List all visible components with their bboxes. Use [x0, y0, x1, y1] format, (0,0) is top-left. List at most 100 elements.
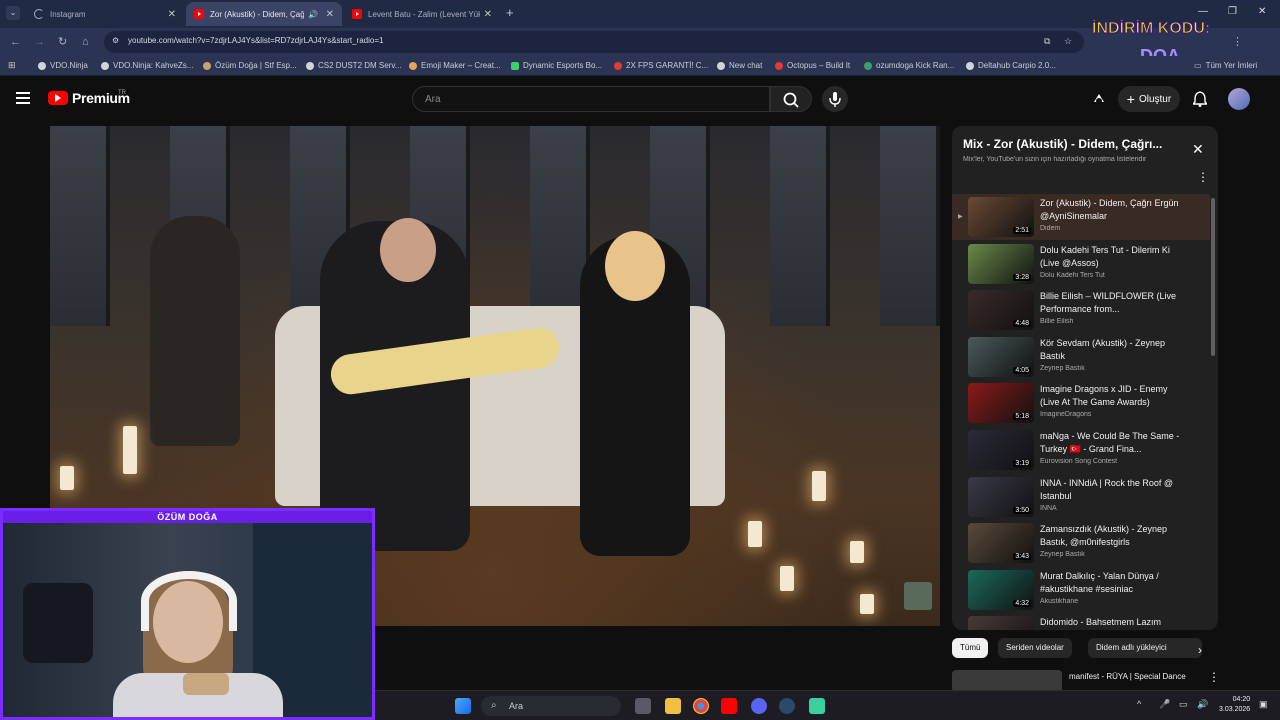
playlist-item[interactable]: 3:28 Dolu Kadehi Ters Tut - Dilerim Ki (L…: [952, 241, 1210, 287]
video-thumbnail[interactable]: 4:05: [968, 336, 1034, 377]
voice-search-button[interactable]: [822, 86, 848, 112]
close-tab-icon[interactable]: ✕: [484, 9, 492, 20]
tab-instagram[interactable]: Instagram ✕: [26, 2, 184, 26]
back-icon[interactable]: ←: [10, 36, 21, 48]
playlist-item[interactable]: 4:32 Murat Dalkılıç - Yalan Dünya / #akus…: [952, 567, 1210, 613]
maximize-button[interactable]: ❐: [1228, 6, 1237, 17]
channel-name[interactable]: Zeynep Bastık: [1040, 551, 1190, 558]
video-title[interactable]: Zor (Akustik) - Didem, Çağrı Ergün @Ayni…: [1040, 197, 1184, 223]
channel-name[interactable]: Eurovision Song Contest: [1040, 458, 1190, 465]
address-bar[interactable]: ⚙ youtube.com/watch?v=7zdjrLAJ4Ys&list=R…: [104, 31, 1084, 53]
channel-name[interactable]: Dolu Kadehi Ters Tut: [1040, 272, 1190, 279]
search-button[interactable]: [770, 86, 812, 112]
close-icon[interactable]: ✕: [1192, 142, 1204, 156]
playlist-item[interactable]: ▶ 2:51 Zor (Akustik) - Didem, Çağrı Ergün …: [952, 194, 1210, 240]
network-icon[interactable]: ▭: [1179, 699, 1188, 710]
tab-search-button[interactable]: ⌄: [6, 6, 20, 20]
home-icon[interactable]: ⌂: [82, 36, 89, 48]
video-thumbnail[interactable]: 3:43: [968, 523, 1034, 564]
video-title[interactable]: Didomido - Bahsetmem Lazım: [1040, 616, 1184, 629]
bookmark-item[interactable]: Özüm Doğa | Stf Esp...: [203, 61, 297, 70]
bookmark-item[interactable]: VDO.Ninja: KahveZs...: [101, 61, 193, 70]
bookmark-item[interactable]: Dynamic Esports Bo...: [511, 61, 602, 70]
playlist-title[interactable]: Mix - Zor (Akustik) - Didem, Çağrı...: [963, 137, 1178, 151]
bookmark-item[interactable]: Emoji Maker – Creat...: [409, 61, 501, 70]
extensions-icon[interactable]: ⋮: [1232, 36, 1243, 48]
channel-watermark[interactable]: [904, 582, 932, 610]
task-view-icon[interactable]: [635, 698, 651, 714]
mic-tray-icon[interactable]: 🎤: [1159, 699, 1170, 710]
video-title[interactable]: Billie Eilish – WILDFLOWER (Live Perform…: [1040, 290, 1184, 316]
site-info-icon[interactable]: ⚙: [112, 36, 119, 45]
minimize-button[interactable]: —: [1198, 6, 1208, 17]
video-thumbnail[interactable]: 3:50: [968, 476, 1034, 517]
more-options-icon[interactable]: ⋮: [1197, 171, 1209, 183]
tab-youtube-current[interactable]: Zor (Akustik) - Didem, Çağrı 🔊 ✕: [186, 2, 342, 26]
video-title[interactable]: Dolu Kadehi Ters Tut - Dilerim Ki (Live …: [1040, 244, 1184, 270]
search-input[interactable]: Ara: [412, 86, 770, 112]
video-thumbnail[interactable]: 4:32: [968, 569, 1034, 610]
bookmark-item[interactable]: New chat: [717, 61, 762, 70]
file-explorer-icon[interactable]: [665, 698, 681, 714]
tray-chevron-icon[interactable]: ^: [1137, 699, 1141, 709]
taskbar-clock[interactable]: 04:20 3.03.2026: [1219, 695, 1250, 715]
bookmark-item[interactable]: CS2 DUST2 DM Serv...: [306, 61, 401, 70]
playlist-scrollbar[interactable]: [1211, 198, 1215, 356]
apps-icon[interactable]: ⊞: [8, 60, 16, 71]
recommendation-title[interactable]: manifest - RÜYA | Special Dance: [1069, 672, 1186, 681]
bookmark-item[interactable]: Octopus – Build It: [775, 61, 850, 70]
bookmark-star-icon[interactable]: ☆: [1064, 36, 1072, 47]
create-button[interactable]: + Oluştur: [1118, 86, 1180, 112]
close-window-button[interactable]: ✕: [1258, 6, 1266, 17]
chrome-icon[interactable]: [693, 698, 709, 714]
close-tab-icon[interactable]: ✕: [168, 9, 176, 20]
playlist-item[interactable]: 3:19 maNga - We Could Be The Same - Turke…: [952, 427, 1210, 473]
youtube-app-icon[interactable]: [721, 698, 737, 714]
discord-icon[interactable]: [751, 698, 767, 714]
playlist-item[interactable]: 3:50 INNA - INNdiA | Rock the Roof @ Ista…: [952, 474, 1210, 520]
bookmark-item[interactable]: Deltahub Carpio 2.0...: [966, 61, 1056, 70]
bookmark-item[interactable]: 2X FPS GARANTİ! C...: [614, 61, 708, 70]
video-thumbnail[interactable]: 3:28: [968, 243, 1034, 284]
app-icon[interactable]: [809, 698, 825, 714]
chip-all[interactable]: Tümü: [952, 638, 989, 658]
install-icon[interactable]: ⧉: [1044, 36, 1050, 47]
bookmark-item[interactable]: ozumdoga Kick Ran...: [864, 61, 954, 70]
new-tab-button[interactable]: +: [506, 5, 514, 20]
channel-name[interactable]: Billie Eilish: [1040, 318, 1190, 325]
playlist-item[interactable]: Didomido - Bahsetmem Lazım: [952, 613, 1210, 630]
speaker-icon[interactable]: 🔊: [308, 10, 318, 19]
bookmark-item[interactable]: VDO.Ninja: [38, 61, 88, 70]
playlist-item[interactable]: 4:05 Kör Sevdam (Akustik) - Zeynep Bastık…: [952, 334, 1210, 380]
playlist-item[interactable]: 4:48 Billie Eilish – WILDFLOWER (Live Per…: [952, 287, 1210, 333]
channel-name[interactable]: INNA: [1040, 505, 1190, 512]
video-title[interactable]: Murat Dalkılıç - Yalan Dünya / #akustikh…: [1040, 570, 1184, 596]
video-thumbnail[interactable]: [968, 616, 1034, 630]
volume-icon[interactable]: 🔊: [1197, 699, 1208, 710]
video-title[interactable]: Imagine Dragons x JID - Enemy (Live At T…: [1040, 383, 1184, 409]
close-tab-icon[interactable]: ✕: [326, 9, 334, 20]
chip-series[interactable]: Seriden videolar: [998, 638, 1072, 658]
windows-start-icon[interactable]: [455, 698, 471, 714]
reload-icon[interactable]: ↻: [58, 36, 67, 48]
cast-icon[interactable]: [1092, 92, 1106, 106]
video-title[interactable]: maNga - We Could Be The Same - Turkey 🇹🇷…: [1040, 430, 1184, 456]
recommendation-thumbnail[interactable]: [952, 670, 1062, 692]
channel-name[interactable]: Zeynep Bastık: [1040, 365, 1190, 372]
video-thumbnail[interactable]: 5:18: [968, 383, 1034, 424]
notifications-bell-icon[interactable]: [1193, 91, 1207, 107]
playlist-item[interactable]: 5:18 Imagine Dragons x JID - Enemy (Live …: [952, 380, 1210, 426]
video-thumbnail[interactable]: 2:51: [968, 197, 1034, 237]
notification-icon[interactable]: ▣: [1259, 699, 1268, 710]
all-bookmarks[interactable]: ▭ Tüm Yer İmleri: [1194, 61, 1257, 70]
video-title[interactable]: Zamansızdık (Akustik) - Zeynep Bastık, @…: [1040, 523, 1184, 549]
channel-name[interactable]: Akustikhane: [1040, 598, 1190, 605]
steam-icon[interactable]: [779, 698, 795, 714]
avatar[interactable]: [1228, 88, 1250, 110]
chevron-right-icon[interactable]: ›: [1198, 644, 1202, 656]
forward-icon[interactable]: →: [34, 36, 45, 48]
chip-uploads[interactable]: Didem adlı yükleyici: [1088, 638, 1202, 658]
video-thumbnail[interactable]: 3:19: [968, 430, 1034, 470]
more-options-icon[interactable]: ⋮: [1208, 670, 1220, 684]
tab-levent-batu[interactable]: Levent Batu - Zalim (Levent Yüks ✕: [344, 2, 500, 26]
